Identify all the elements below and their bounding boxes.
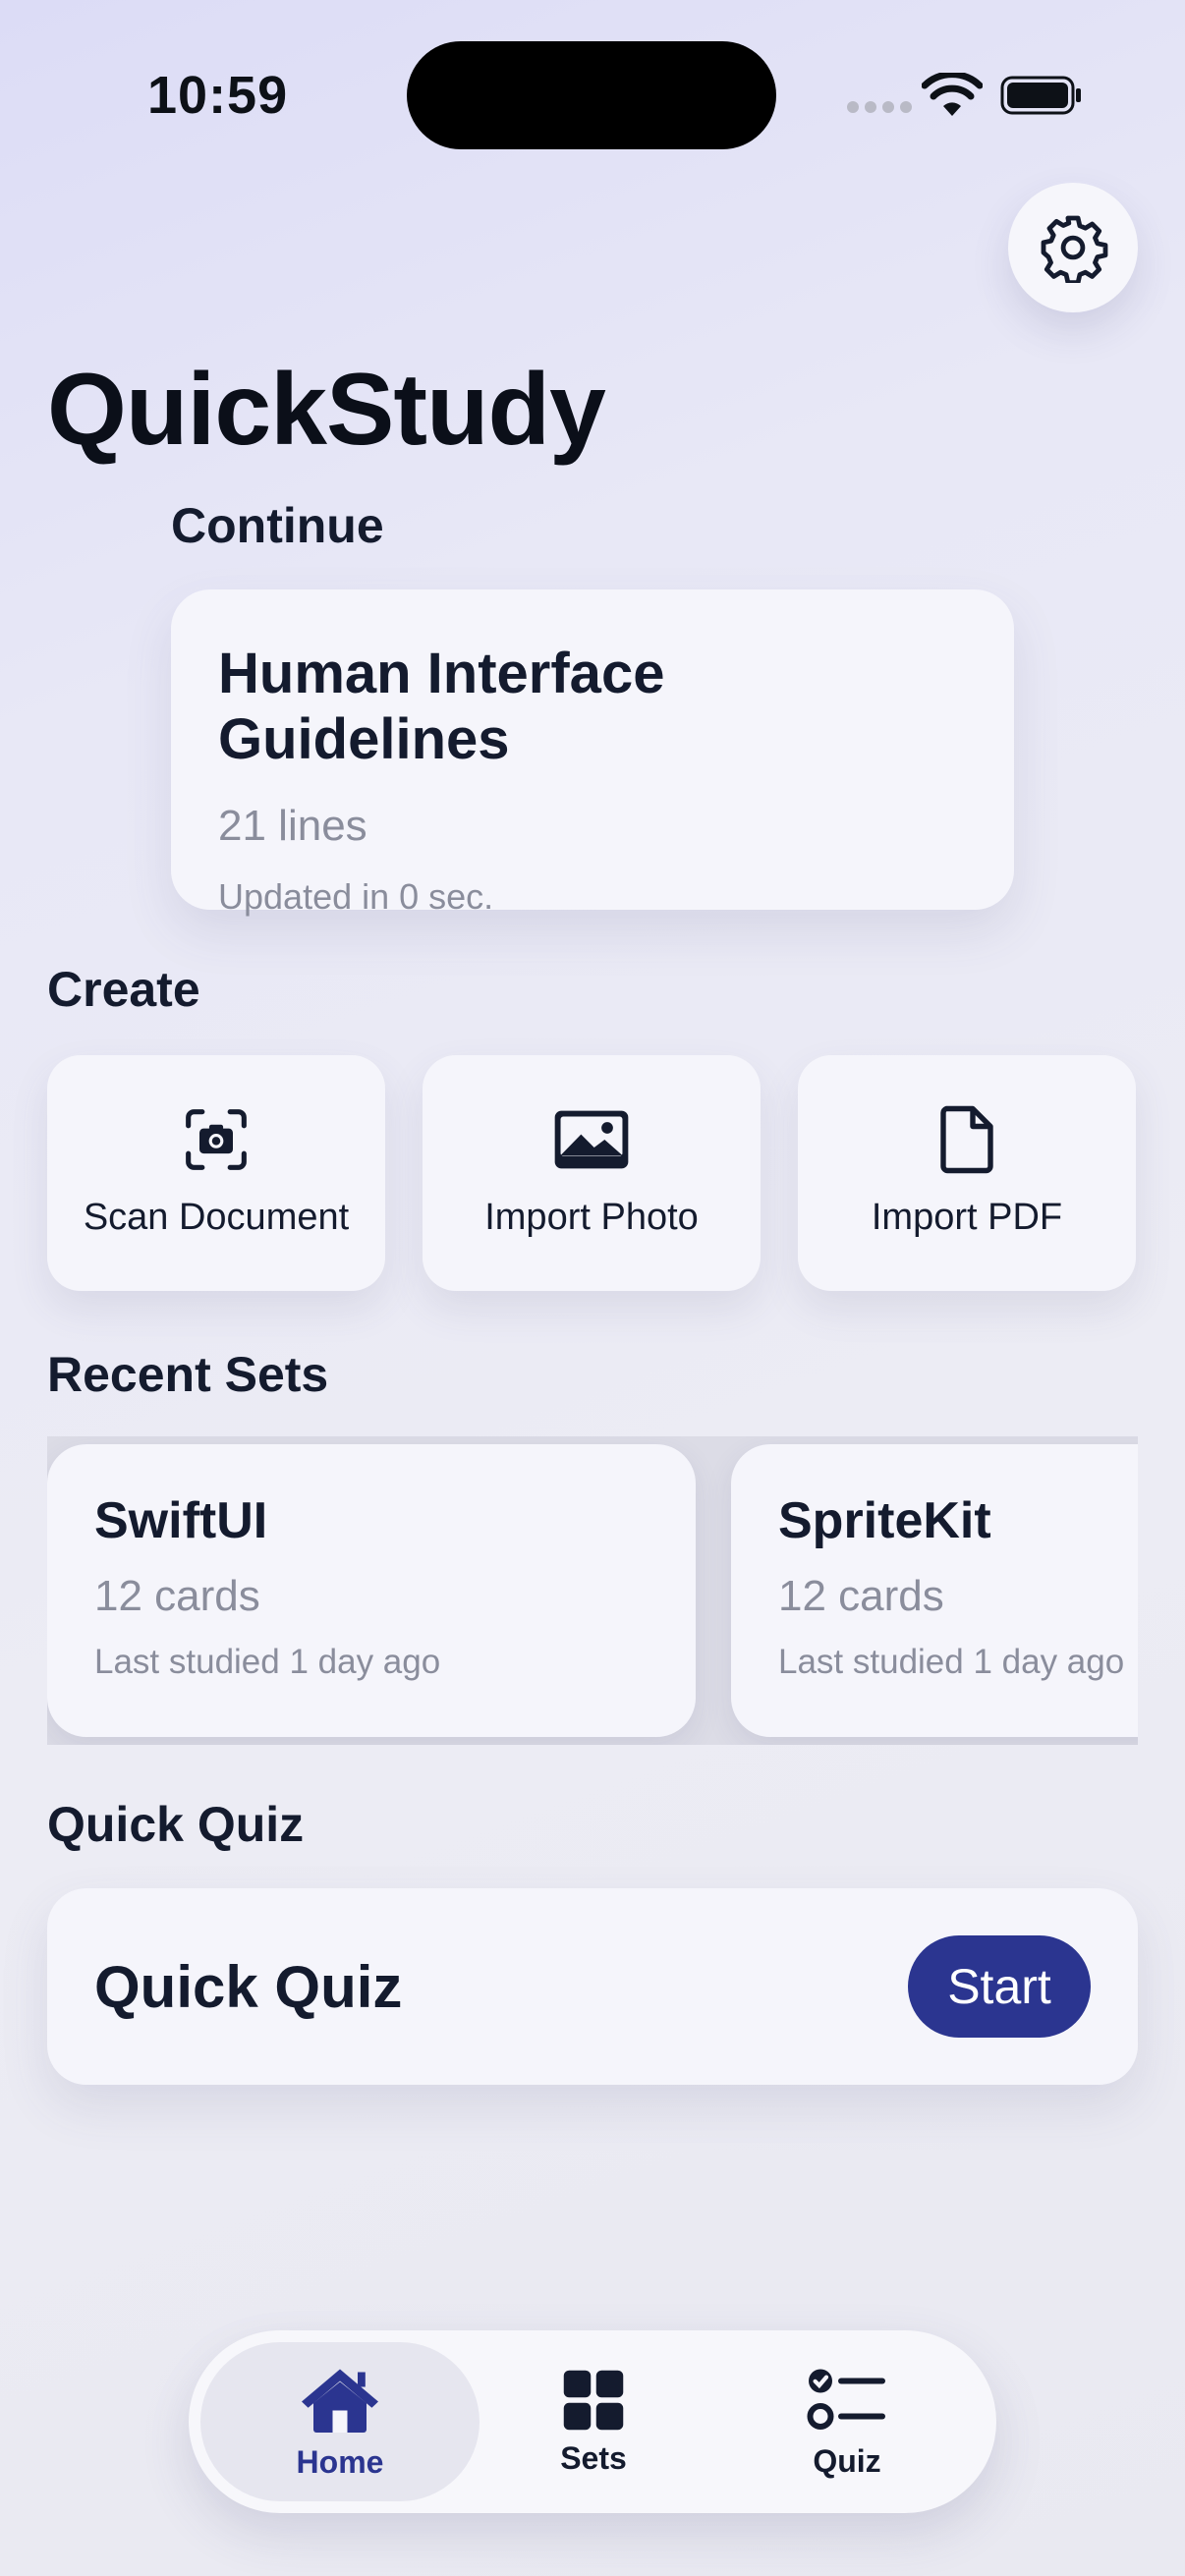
recent-sets-carousel[interactable]: SwiftUI 12 cards Last studied 1 day ago …: [47, 1436, 1138, 1745]
settings-button[interactable]: [1008, 183, 1138, 312]
import-pdf-label: Import PDF: [871, 1197, 1063, 1238]
camera-scan-icon: [186, 1109, 247, 1170]
status-time: 10:59: [147, 66, 289, 125]
tab-sets-label: Sets: [560, 2439, 627, 2476]
cellular-signal-icon: [847, 101, 912, 113]
continue-heading: Continue: [171, 498, 384, 553]
continue-card-updated: Updated in 0 sec.: [218, 876, 494, 917]
dynamic-island: [407, 41, 776, 149]
start-quiz-button[interactable]: Start: [908, 1935, 1091, 2038]
battery-icon: [1000, 76, 1081, 115]
recent-sets-heading: Recent Sets: [47, 1347, 329, 1402]
photo-icon: [554, 1110, 629, 1169]
tab-bar: Home Sets Quiz: [189, 2330, 996, 2513]
continue-card-lines: 21 lines: [218, 802, 367, 850]
set-card-swiftui[interactable]: SwiftUI 12 cards Last studied 1 day ago: [47, 1444, 696, 1737]
quick-quiz-heading: Quick Quiz: [47, 1797, 305, 1852]
grid-icon: [563, 2370, 624, 2430]
page-title: QuickStudy: [47, 353, 606, 467]
wifi-icon: [922, 73, 983, 116]
checklist-icon: [807, 2369, 885, 2430]
quick-quiz-card: Quick Quiz Start: [47, 1888, 1138, 2085]
set-card-title: SwiftUI: [94, 1492, 268, 1549]
document-icon: [940, 1105, 993, 1174]
import-photo-label: Import Photo: [484, 1197, 699, 1238]
tab-quiz[interactable]: Quiz: [707, 2342, 987, 2501]
house-icon: [302, 2369, 378, 2433]
scan-document-label: Scan Document: [83, 1197, 350, 1238]
set-card-last-studied: Last studied 1 day ago: [94, 1643, 441, 1681]
set-card-last-studied: Last studied 1 day ago: [778, 1643, 1125, 1681]
set-card-count: 12 cards: [94, 1572, 260, 1620]
import-pdf-button[interactable]: Import PDF: [798, 1055, 1136, 1291]
tab-home-label: Home: [296, 2443, 384, 2480]
set-card-spritekit[interactable]: SpriteKit 12 cards Last studied 1 day ag…: [731, 1444, 1138, 1737]
continue-card[interactable]: Human Interface Guidelines 21 lines Upda…: [171, 589, 1014, 917]
scan-document-button[interactable]: Scan Document: [47, 1055, 385, 1291]
set-card-title: SpriteKit: [778, 1492, 991, 1549]
tab-sets[interactable]: Sets: [454, 2342, 733, 2501]
continue-card-title: Human Interface Guidelines: [218, 642, 665, 771]
create-heading: Create: [47, 962, 200, 1017]
quick-quiz-title: Quick Quiz: [94, 1953, 403, 2020]
set-card-count: 12 cards: [778, 1572, 944, 1620]
import-photo-button[interactable]: Import Photo: [423, 1055, 761, 1291]
gear-icon: [1041, 215, 1108, 283]
tab-home[interactable]: Home: [200, 2342, 480, 2501]
tab-quiz-label: Quiz: [813, 2442, 881, 2479]
